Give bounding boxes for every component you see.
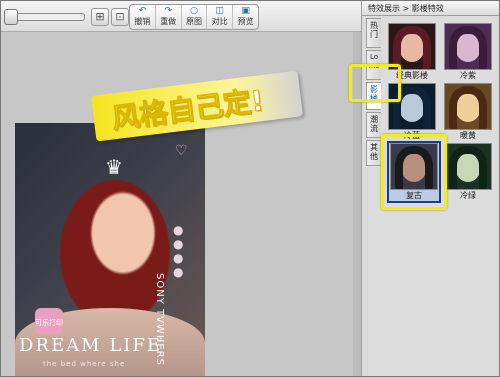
photo-watermark-title: DREAM LIFE — [19, 335, 162, 356]
zoom-slider[interactable] — [4, 9, 85, 25]
effect-thumb-warm-yellow-image — [444, 83, 492, 130]
effect-thumb-cool-purple-label: 冷紫 — [460, 71, 476, 80]
highlight-tab-box — [349, 64, 401, 102]
compare-button[interactable]: ◫ 对比 — [207, 5, 234, 29]
effect-thumb-classic-image — [388, 23, 436, 70]
effect-thumb-warm-yellow[interactable]: 暖黄 — [443, 83, 493, 141]
tab-hot[interactable]: 热门 — [366, 18, 381, 48]
effect-thumb-cool-green-label: 冷绿 — [460, 191, 476, 200]
photo-logo: 可乐打印 — [35, 308, 63, 334]
effect-thumb-cool-purple-image — [444, 23, 492, 70]
effect-thumb-cool-purple[interactable]: 冷紫 — [443, 23, 493, 81]
edit-button-group: ↶ 撤销 ↷ 重做 ○ 原图 ◫ 对比 ▣ 预览 — [129, 4, 259, 30]
redo-button[interactable]: ↷ 重做 — [156, 5, 182, 29]
compare-label: 对比 — [211, 17, 228, 26]
tab-trend[interactable]: 潮流 — [366, 112, 381, 138]
zoom-slider-thumb[interactable] — [4, 9, 18, 25]
effect-thumb-warm-yellow-label: 暖黄 — [460, 131, 476, 140]
preview-button[interactable]: ▣ 预览 — [233, 5, 258, 29]
dots-decoration: ● ● ● ● — [173, 223, 184, 279]
app-window: ⊞ ⊡ ↶ 撤销 ↷ 重做 ○ 原图 ◫ 对比 ▣ 预览 ♛ ♡ ● ● ● ●… — [0, 0, 500, 377]
fit-window-icon[interactable]: ⊞ — [91, 8, 109, 26]
undo-button[interactable]: ↶ 撤销 — [130, 5, 156, 29]
original-icon: ○ — [190, 6, 198, 16]
undo-icon: ↶ — [138, 6, 147, 16]
redo-label: 重做 — [160, 17, 177, 26]
edited-photo[interactable]: ♛ ♡ ● ● ● ● SONY TVWHERS 可乐打印 DREAM LIFE th… — [15, 123, 205, 376]
heart-icon: ♡ — [175, 143, 188, 159]
original-label: 原图 — [185, 17, 202, 26]
highlight-thumb-box — [381, 134, 447, 210]
undo-label: 撤销 — [134, 17, 151, 26]
compare-icon: ◫ — [215, 6, 225, 16]
tiara-icon: ♛ — [105, 155, 123, 179]
preview-label: 预览 — [237, 17, 254, 26]
redo-icon: ↷ — [164, 6, 172, 16]
panel-breadcrumb: 特效展示 > 影楼特效 — [362, 1, 499, 16]
photo-watermark-sub: the bed where she — [43, 360, 126, 368]
image-canvas[interactable]: ♛ ♡ ● ● ● ● SONY TVWHERS 可乐打印 DREAM LIFE th… — [1, 32, 353, 376]
top-toolbar: ⊞ ⊡ ↶ 撤销 ↷ 重做 ○ 原图 ◫ 对比 ▣ 预览 — [1, 1, 371, 32]
original-button[interactable]: ○ 原图 — [182, 5, 208, 29]
preview-icon: ▣ — [241, 6, 250, 16]
effect-thumb-cool-green[interactable]: 冷绿 — [443, 143, 493, 201]
tab-other[interactable]: 其他 — [366, 140, 381, 166]
effect-thumb-cool-green-image — [444, 143, 492, 190]
actual-size-icon[interactable]: ⊡ — [111, 8, 129, 26]
